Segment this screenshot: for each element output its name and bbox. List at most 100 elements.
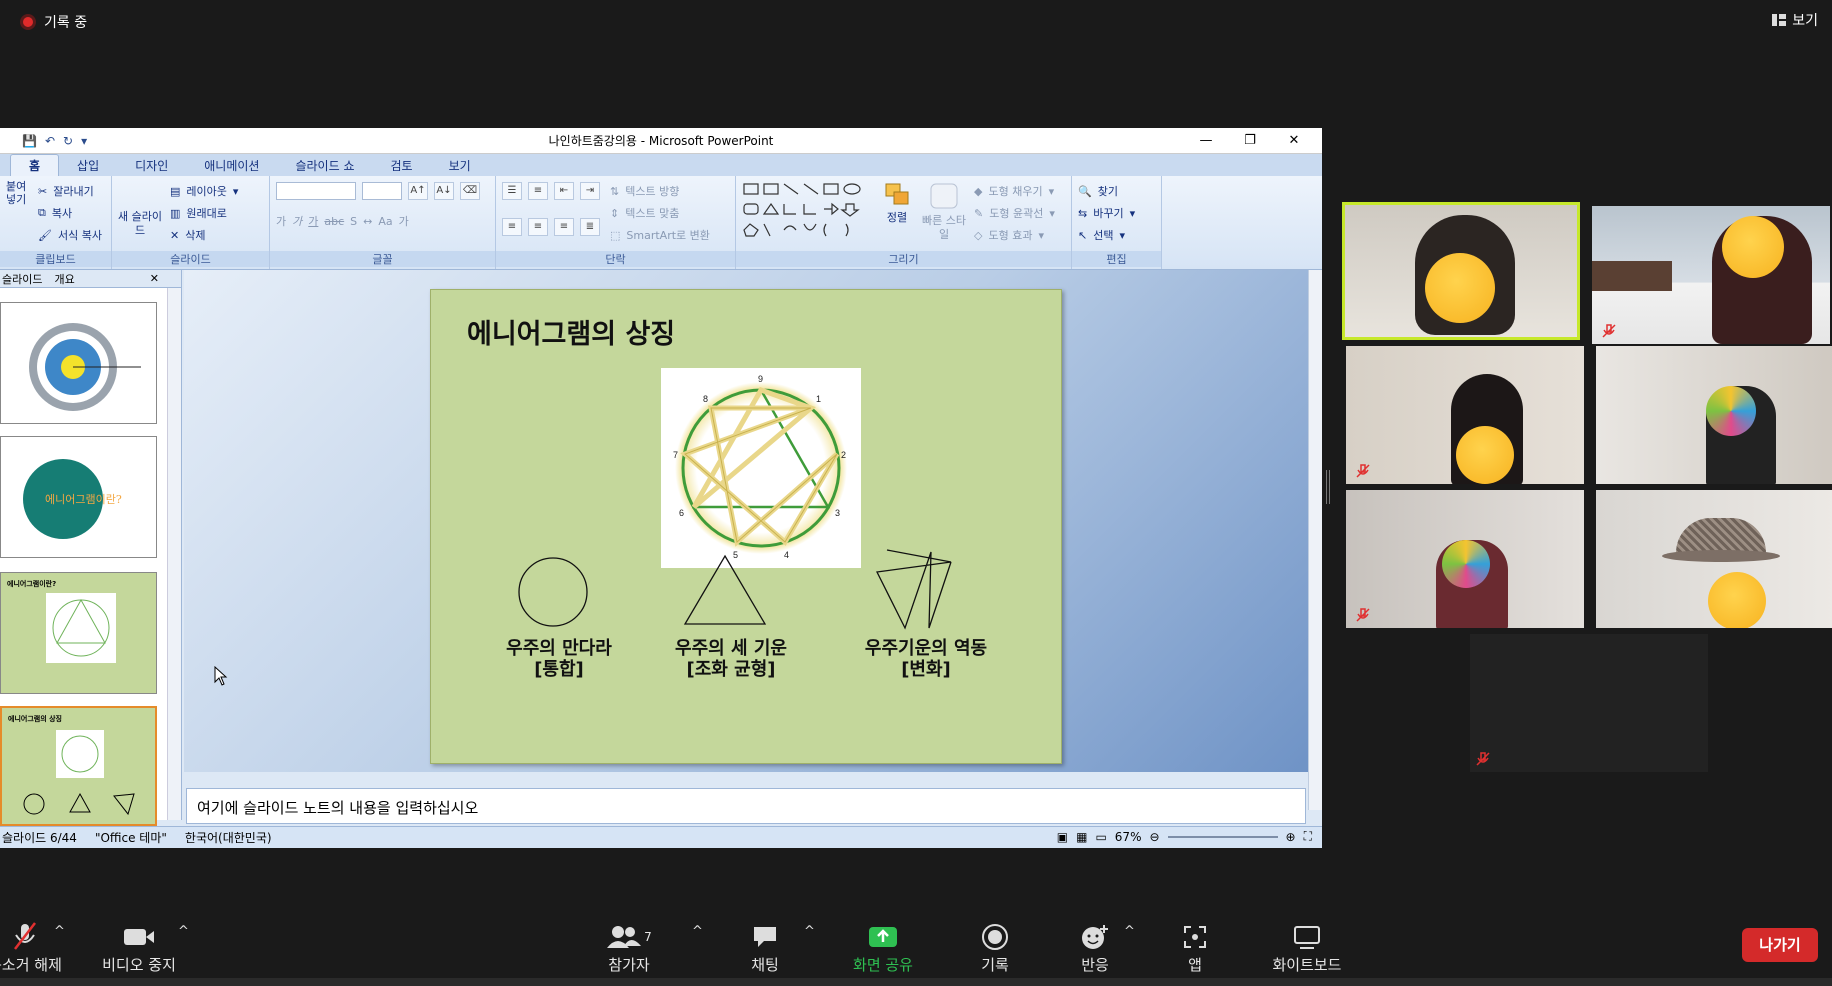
minimize-button[interactable]: — (1184, 128, 1228, 154)
participants-button[interactable]: 7 참가자 (574, 920, 684, 975)
zoom-out-icon[interactable]: ⊖ (1149, 830, 1159, 844)
video-tile-5[interactable] (1346, 490, 1584, 628)
zoom-slider[interactable] (1167, 835, 1278, 838)
close-button[interactable]: ✕ (1272, 128, 1316, 154)
slide-thumb-4[interactable]: 에니어그램이란? (0, 436, 157, 558)
unmute-button[interactable]: 음소거 해제 (0, 920, 80, 975)
case-icon[interactable]: Aa (378, 215, 392, 228)
hexad-symbol-icon (876, 549, 952, 630)
leave-button[interactable]: 나가기 (1742, 928, 1818, 962)
video-tile-2[interactable] (1592, 206, 1830, 344)
text-direction-button[interactable]: ⇅ 텍스트 방향 (610, 180, 710, 202)
video-tile-1[interactable] (1342, 202, 1580, 340)
layout-button[interactable]: ▤ 레이아웃 ▾ (170, 180, 238, 202)
clear-format-icon[interactable]: ⌫ (460, 182, 480, 200)
share-screen-button[interactable]: 화면 공유 (828, 920, 938, 975)
window-title: 나인하트줌강의용 - Microsoft PowerPoint (548, 134, 774, 148)
slide-thumb-5[interactable]: 에니어그램이란? (0, 572, 157, 694)
view-button[interactable]: 보기 (1772, 10, 1818, 30)
shape-effects-button[interactable]: ◇ 도형 효과 ▾ (974, 224, 1055, 246)
whiteboard-button[interactable]: 화이트보드 (1252, 920, 1362, 975)
italic-icon[interactable]: 가 (292, 213, 302, 229)
tab-view[interactable]: 보기 (431, 155, 489, 176)
zoom-level[interactable]: 67% (1115, 830, 1142, 844)
slide-title[interactable]: 에니어그램의 상징 (467, 312, 675, 351)
tab-slideshow[interactable]: 슬라이드 쇼 (277, 155, 372, 176)
format-painter-button[interactable]: 🖌 서식 복사 (38, 224, 102, 246)
view-normal-icon[interactable]: ▣ (1057, 830, 1068, 844)
spacing-icon[interactable]: ↔ (363, 215, 372, 228)
strike-icon[interactable]: abc (324, 215, 344, 228)
shapes-gallery[interactable] (742, 180, 872, 246)
copy-button[interactable]: ⧉ 복사 (38, 202, 102, 224)
new-slide-button[interactable]: 새 슬라이드 (118, 180, 162, 246)
tab-design[interactable]: 디자인 (117, 155, 186, 176)
find-button[interactable]: 🔍 찾기 (1078, 180, 1155, 202)
group-editing: 🔍 찾기 ⇆ 바꾸기 ▾ ↖ 선택 ▾ 편집 (1072, 176, 1162, 269)
current-slide[interactable]: 에니어그램의 상징 912345678 우주의 만다라 [통합] 우주의 세 기운… (430, 289, 1062, 764)
paste-button[interactable]: 붙여넣기 (6, 180, 32, 246)
tab-home[interactable]: 홈 (10, 154, 60, 176)
reset-button[interactable]: ▥ 원래대로 (170, 202, 238, 224)
video-tile-4[interactable] (1596, 346, 1832, 484)
font-size-input[interactable] (362, 182, 402, 200)
pane-close-icon[interactable]: ✕ (150, 272, 159, 285)
slide-thumb-3[interactable] (0, 302, 157, 424)
tab-animation[interactable]: 애니메이션 (186, 155, 277, 176)
view-slideshow-icon[interactable]: ▭ (1095, 830, 1106, 844)
ribbon: 붙여넣기 ✂ 잘라내기 ⧉ 복사 🖌 서식 복사 클립보드 새 슬라이드 ▤ 레… (0, 176, 1322, 270)
record-button[interactable]: 기록 (940, 920, 1050, 975)
canvas-scrollbar[interactable] (1308, 270, 1322, 810)
bullets-icon[interactable]: ☰ (502, 182, 522, 200)
chat-caret-icon[interactable]: ^ (804, 924, 815, 939)
video-tile-6[interactable] (1596, 490, 1832, 628)
shadow-icon[interactable]: S (350, 215, 357, 228)
fit-window-icon[interactable]: ⛶ (1304, 829, 1312, 844)
indent-dec-icon[interactable]: ⇤ (554, 182, 574, 200)
slides-pane-scrollbar[interactable] (167, 288, 181, 820)
delete-slide-button[interactable]: ✕ 삭제 (170, 224, 238, 246)
notes-input[interactable]: 여기에 슬라이드 노트의 내용을 입력하십시오 (186, 788, 1306, 824)
cut-button[interactable]: ✂ 잘라내기 (38, 180, 102, 202)
apps-button[interactable]: 앱 (1140, 920, 1250, 975)
video-options-caret-icon[interactable]: ^ (178, 924, 189, 939)
select-button[interactable]: ↖ 선택 ▾ (1078, 224, 1155, 246)
replace-button[interactable]: ⇆ 바꾸기 ▾ (1078, 202, 1155, 224)
tab-slides[interactable]: 슬라이드 (2, 271, 42, 287)
shape-outline-button[interactable]: ✎ 도형 윤곽선 ▾ (974, 202, 1055, 224)
indent-inc-icon[interactable]: ⇥ (580, 182, 600, 200)
align-right-icon[interactable]: ≡ (554, 218, 574, 236)
font-name-input[interactable] (276, 182, 356, 200)
grow-font-icon[interactable]: A↑ (408, 182, 428, 200)
tab-outline[interactable]: 개요 (54, 271, 74, 287)
justify-icon[interactable]: ≣ (580, 218, 600, 236)
numbering-icon[interactable]: ≡ (528, 182, 548, 200)
zoom-in-icon[interactable]: ⊕ (1286, 830, 1296, 844)
smile-emoji-icon (1708, 572, 1766, 628)
align-left-icon[interactable]: ≡ (502, 218, 522, 236)
bold-icon[interactable]: 가 (276, 213, 286, 229)
quick-style-button[interactable]: 빠른 스타일 (922, 180, 966, 246)
slide-thumb-6[interactable]: 에니어그램의 상징 (0, 706, 157, 826)
quick-style-label: 빠른 스타일 (922, 214, 966, 241)
smartart-button[interactable]: ⬚ SmartArt로 변환 (610, 224, 710, 246)
recording-indicator[interactable]: 기록 중 (20, 12, 87, 32)
panel-splitter[interactable] (1326, 470, 1330, 504)
tab-insert[interactable]: 삽입 (59, 155, 117, 176)
participants-caret-icon[interactable]: ^ (692, 924, 703, 939)
underline-icon[interactable]: 가 (308, 213, 318, 229)
font-color-icon[interactable]: 가 (399, 213, 409, 229)
recording-label: 기록 중 (44, 15, 88, 31)
tab-review[interactable]: 검토 (372, 155, 430, 176)
video-tile-7[interactable] (1470, 634, 1708, 772)
audio-options-caret-icon[interactable]: ^ (54, 924, 65, 939)
shrink-font-icon[interactable]: A↓ (434, 182, 454, 200)
shape-fill-button[interactable]: ◆ 도형 채우기 ▾ (974, 180, 1055, 202)
video-tile-3[interactable] (1346, 346, 1584, 484)
reactions-caret-icon[interactable]: ^ (1124, 924, 1135, 939)
restore-button[interactable]: ❐ (1228, 128, 1272, 154)
align-text-button[interactable]: ⇕ 텍스트 맞춤 (610, 202, 710, 224)
align-center-icon[interactable]: ≡ (528, 218, 548, 236)
view-sorter-icon[interactable]: ▦ (1076, 830, 1087, 844)
arrange-button[interactable]: 정렬 (880, 180, 914, 246)
